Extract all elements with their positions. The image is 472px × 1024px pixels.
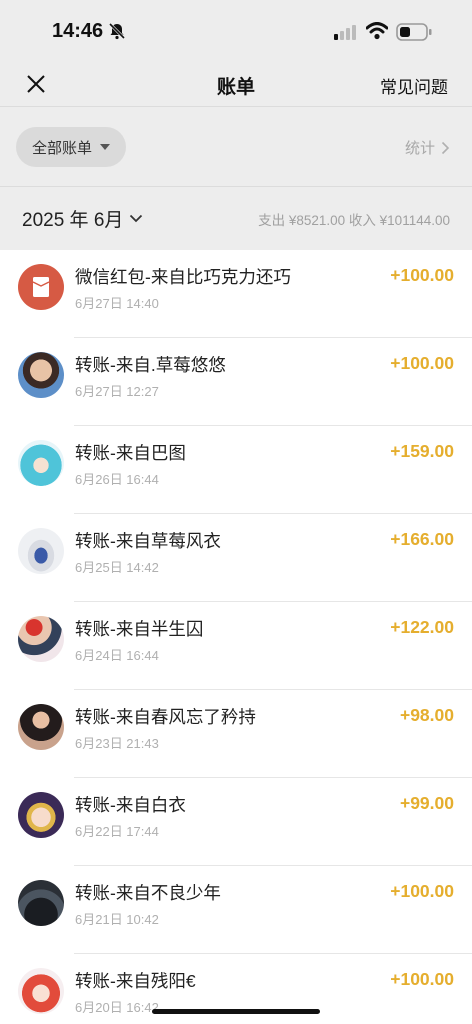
transaction-title: 转账-来自春风忘了矜持 — [75, 707, 256, 727]
transaction-amount: +159.00 — [390, 441, 454, 461]
transaction-amount: +100.00 — [390, 881, 454, 901]
transaction-amount: +100.00 — [390, 353, 454, 373]
faq-link[interactable]: 常见问题 — [380, 73, 448, 98]
battery-icon — [396, 23, 432, 41]
transaction-time: 6月27日 12:27 — [75, 384, 159, 399]
transaction-amount: +122.00 — [390, 617, 454, 637]
stats-link[interactable]: 统计 — [405, 137, 450, 158]
transaction-time: 6月23日 21:43 — [75, 736, 159, 751]
chevron-right-icon — [441, 141, 450, 154]
transaction-row[interactable]: 转账-来自不良少年 6月21日 10:42 +100.00 — [0, 866, 472, 954]
transaction-title: 转账-来自白衣 — [75, 795, 186, 815]
user-avatar — [18, 528, 64, 574]
red-packet-icon — [18, 264, 64, 310]
chevron-down-icon — [130, 214, 143, 223]
transaction-title: 微信红包-来自比巧克力还巧 — [75, 267, 291, 287]
transaction-time: 6月27日 14:40 — [75, 296, 159, 311]
transaction-time: 6月24日 16:44 — [75, 648, 159, 663]
transaction-title: 转账-来自残阳€ — [75, 971, 196, 991]
user-avatar — [18, 440, 64, 486]
transaction-row[interactable]: 转账-来自草莓风衣 6月25日 14:42 +166.00 — [0, 514, 472, 602]
transaction-amount: +166.00 — [390, 529, 454, 549]
transaction-amount: +100.00 — [390, 969, 454, 989]
transaction-title: 转账-来自.草莓悠悠 — [75, 355, 226, 375]
status-time: 14:46 — [52, 20, 104, 42]
signal-icon — [334, 25, 356, 40]
transaction-row[interactable]: 转账-来自.草莓悠悠 6月27日 12:27 +100.00 — [0, 338, 472, 426]
transaction-row[interactable]: 转账-来自半生囚 6月24日 16:44 +122.00 — [0, 602, 472, 690]
bill-filter-dropdown[interactable]: 全部账单 — [16, 127, 126, 167]
user-avatar — [18, 616, 64, 662]
transaction-title: 转账-来自不良少年 — [75, 883, 221, 903]
filter-bar: 全部账单 统计 — [0, 106, 472, 186]
nav-bar: 账单 常见问题 — [0, 62, 472, 106]
transaction-row[interactable]: 转账-来自春风忘了矜持 6月23日 21:43 +98.00 — [0, 690, 472, 778]
user-avatar — [18, 352, 64, 398]
transaction-time: 6月20日 16:42 — [75, 1000, 159, 1015]
user-avatar — [18, 792, 64, 838]
stats-label: 统计 — [404, 140, 435, 157]
month-picker[interactable]: 2025 年 6月 — [22, 205, 143, 232]
transaction-title: 转账-来自半生囚 — [75, 619, 204, 639]
transaction-time: 6月26日 16:44 — [75, 472, 159, 487]
bell-muted-icon — [108, 22, 126, 40]
wifi-icon — [366, 22, 388, 40]
bill-filter-label: 全部账单 — [31, 139, 92, 157]
user-avatar — [18, 704, 64, 750]
month-summary: 支出 ¥8521.00 收入 ¥101144.00 — [258, 213, 450, 228]
transaction-time: 6月25日 14:42 — [75, 560, 159, 575]
user-avatar — [18, 880, 64, 926]
user-avatar — [18, 968, 64, 1014]
home-indicator[interactable] — [152, 1009, 320, 1014]
transaction-amount: +100.00 — [390, 265, 454, 285]
transaction-list: 微信红包-来自比巧克力还巧 6月27日 14:40 +100.00 转账-来自.… — [0, 250, 472, 1024]
transaction-row[interactable]: 转账-来自巴图 6月26日 16:44 +159.00 — [0, 426, 472, 514]
transaction-time: 6月21日 10:42 — [75, 912, 159, 927]
month-bar: 2025 年 6月 支出 ¥8521.00 收入 ¥101144.00 — [0, 186, 472, 250]
transaction-row[interactable]: 微信红包-来自比巧克力还巧 6月27日 14:40 +100.00 — [0, 250, 472, 338]
transaction-row[interactable]: 转账-来自白衣 6月22日 17:44 +99.00 — [0, 778, 472, 866]
caret-down-icon — [100, 144, 110, 150]
transaction-title: 转账-来自巴图 — [75, 443, 186, 463]
transaction-amount: +99.00 — [399, 793, 454, 813]
transaction-title: 转账-来自草莓风衣 — [75, 531, 221, 551]
status-bar: 14:46 — [0, 0, 472, 62]
transaction-amount: +98.00 — [399, 705, 454, 725]
transaction-time: 6月22日 17:44 — [75, 824, 159, 839]
month-label: 2025 年 6月 — [22, 210, 124, 231]
